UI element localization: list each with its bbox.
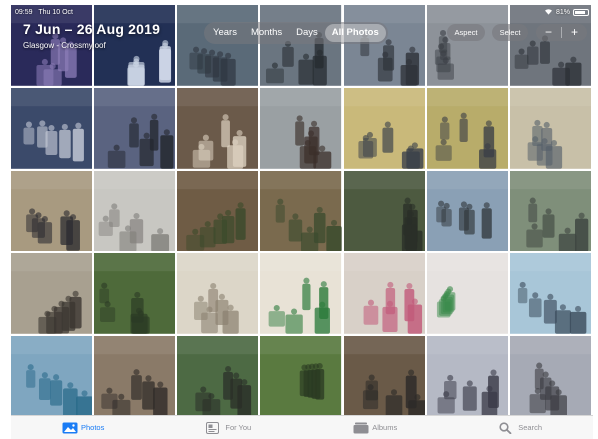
view-months-button[interactable]: Months (244, 24, 289, 42)
photo-park-river[interactable] (94, 253, 176, 335)
photo-poster-green-title[interactable] (260, 253, 342, 335)
tab-search-label: Search (518, 423, 542, 432)
albums-icon (353, 422, 369, 434)
photo-cup-on-table[interactable] (509, 87, 591, 169)
photo-smartboard-lesson[interactable] (343, 87, 425, 169)
status-date: Thu 10 Oct (38, 8, 73, 16)
status-bar: 09:59 Thu 10 Oct 81% (11, 5, 593, 19)
photo-presentation-audience[interactable] (509, 336, 591, 417)
photo-speaker-podium[interactable] (177, 87, 259, 169)
tab-for-you[interactable]: For You (206, 421, 252, 434)
tab-albums[interactable]: Albums (353, 422, 397, 434)
date-range-title: 7 Jun – 26 Aug 2019 (23, 21, 161, 37)
photo-written-notes[interactable] (177, 253, 259, 335)
wifi-icon (544, 8, 553, 17)
tab-search[interactable]: Search (499, 421, 542, 434)
for-you-icon (206, 421, 220, 434)
battery-percentage: 81% (555, 8, 570, 16)
tab-for-you-label: For You (225, 423, 252, 432)
photo-music-cello[interactable] (94, 336, 176, 417)
view-days-button[interactable]: Days (289, 24, 325, 42)
photo-poster-pages[interactable] (343, 253, 425, 335)
photo-classroom-desks[interactable] (11, 253, 93, 335)
photo-hall-audience[interactable] (94, 87, 176, 169)
photo-students-certificates[interactable] (509, 253, 591, 335)
photo-student-whiteboard[interactable] (260, 87, 342, 169)
photo-assembly-hall[interactable] (11, 87, 93, 169)
tab-photos[interactable]: Photos (62, 422, 104, 434)
location-subtitle: Glasgow - Crossmyloof (23, 41, 106, 50)
photo-school-path[interactable] (509, 170, 591, 252)
photo-garden-canes[interactable] (177, 170, 259, 252)
tab-albums-label: Albums (372, 423, 398, 432)
photo-students-outdoors-row[interactable] (11, 336, 93, 417)
photo-students-gardening[interactable] (260, 170, 342, 252)
aspect-button[interactable]: Aspect (447, 24, 485, 41)
view-years-button[interactable]: Years (206, 24, 244, 42)
tab-bar: Photos For You Albums Search (11, 415, 593, 439)
zoom-control: − + (536, 24, 587, 41)
photo-grid (11, 5, 593, 417)
photo-class-smartboard[interactable] (426, 87, 508, 169)
status-time: 09:59 (15, 8, 33, 16)
photo-desk-worksheet[interactable] (11, 170, 93, 252)
zoom-in-button[interactable]: + (562, 24, 587, 41)
zoom-out-button[interactable]: − (536, 24, 561, 41)
tab-photos-label: Photos (81, 423, 105, 432)
photo-award-event[interactable] (426, 336, 508, 417)
select-button[interactable]: Select (492, 24, 528, 41)
search-icon (499, 421, 513, 434)
photo-garden-group[interactable] (343, 170, 425, 252)
battery-icon (573, 8, 589, 16)
view-switcher: Years Months Days All Photos (204, 22, 388, 44)
photo-band-outdoors[interactable] (343, 336, 425, 417)
photo-poster-paper[interactable] (94, 170, 176, 252)
photo-school-building[interactable] (426, 170, 508, 252)
photo-garden-performance[interactable] (260, 336, 342, 417)
photo-poster-liberty-ny[interactable] (426, 253, 508, 335)
photo-outdoor-musicians[interactable] (177, 336, 259, 417)
view-all-photos-button[interactable]: All Photos (324, 24, 386, 42)
photos-icon (62, 422, 78, 434)
